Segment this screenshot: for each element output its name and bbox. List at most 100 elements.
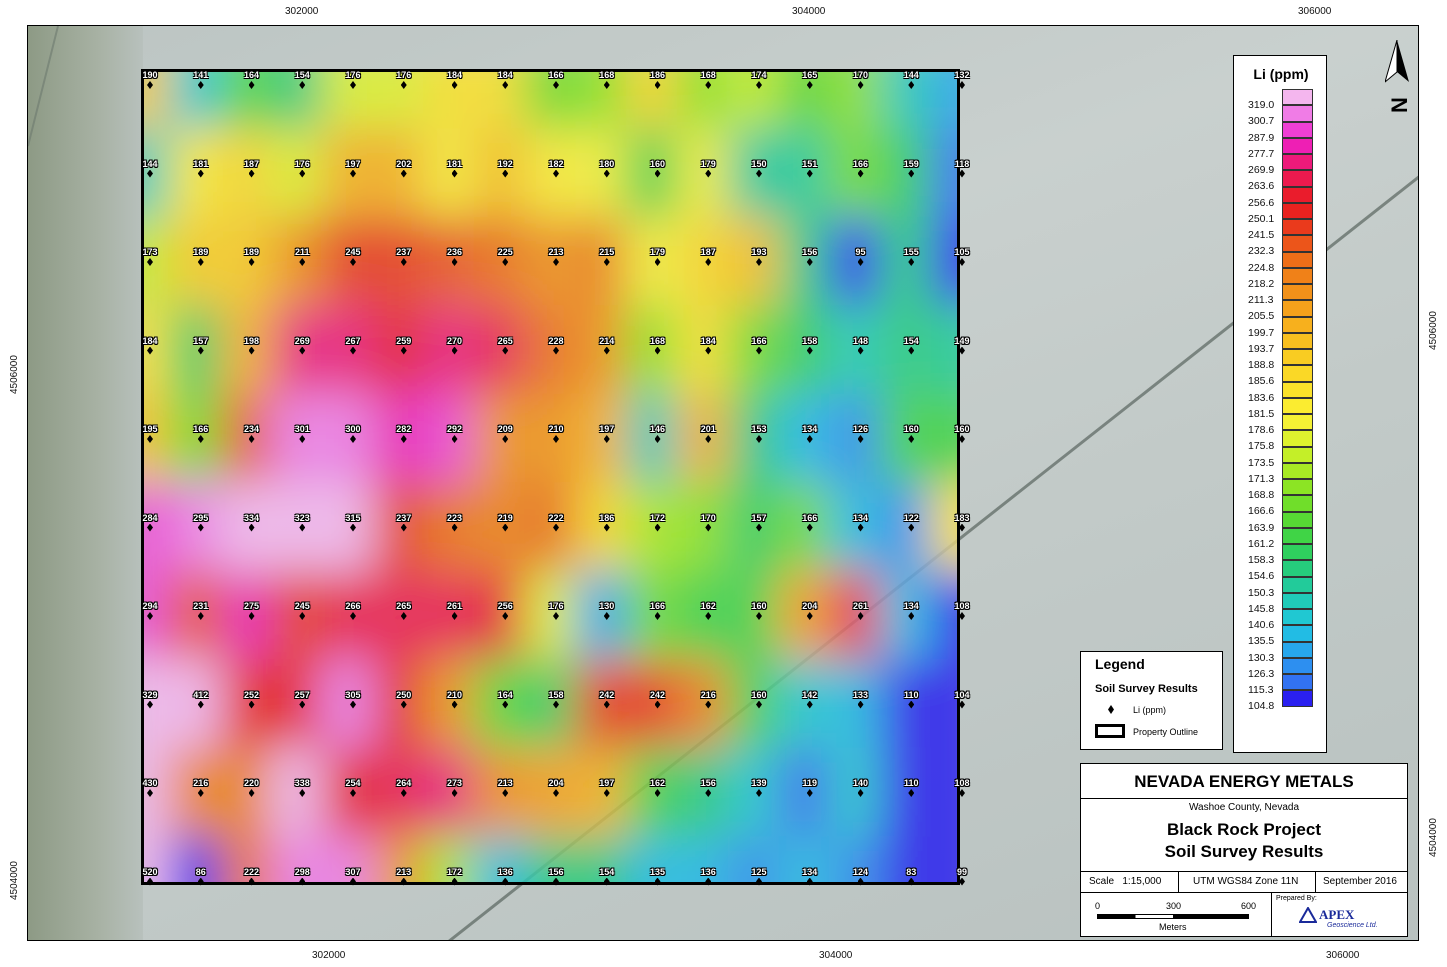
sample-value: 159 [903, 158, 919, 169]
colorbar-label: 269.9 [1248, 164, 1275, 176]
sample-marker-icon [553, 523, 559, 532]
sample-value: 183 [954, 512, 970, 523]
sample-value: 156 [802, 247, 818, 257]
sample-value: 237 [396, 512, 412, 523]
sample-value: 158 [548, 689, 564, 700]
sample-marker-icon [756, 346, 762, 355]
sample-value: 166 [649, 601, 666, 611]
county-label: Washoe County, Nevada [1188, 802, 1300, 813]
colorbar-swatch [1282, 267, 1313, 284]
outline-swatch-icon [1095, 724, 1125, 738]
sample-value: 166 [193, 424, 209, 434]
colorbar-label: 168.8 [1248, 489, 1275, 501]
sample-value: 213 [396, 866, 412, 877]
sample-marker-icon [553, 258, 559, 266]
sample-value: 168 [599, 70, 615, 80]
sample-marker-icon [197, 258, 204, 266]
colorbar-label: 150.3 [1248, 586, 1275, 599]
sample-marker-icon [451, 700, 458, 709]
sample-marker-icon [553, 789, 559, 797]
sample-marker-icon [197, 789, 204, 797]
sample-value: 172 [649, 512, 666, 523]
sample-marker-icon [451, 877, 458, 886]
sample-marker-icon [959, 169, 965, 178]
sample-marker-icon [654, 258, 661, 266]
sample-value: 213 [548, 247, 564, 257]
colorbar-swatch [1282, 625, 1313, 642]
sample-marker-icon [959, 346, 965, 355]
colorbar-swatch [1282, 544, 1313, 561]
sample-value: 134 [852, 512, 869, 523]
sample-value: 99 [956, 866, 968, 877]
sample-marker-icon [603, 877, 610, 886]
y-tick-right: 4506000 [1428, 311, 1439, 350]
sample-value: 166 [548, 70, 564, 80]
sample-marker-icon [299, 789, 306, 797]
sample-marker-icon [502, 523, 509, 532]
sample-marker-icon [248, 612, 255, 620]
sample-marker-icon [502, 612, 509, 620]
colorbar-label: 161.2 [1248, 537, 1275, 550]
sample-value: 210 [548, 424, 564, 434]
y-tick-right: 4504000 [1428, 818, 1439, 857]
sample-marker-icon [603, 789, 610, 797]
sample-value: 176 [548, 601, 564, 611]
colorbar-swatch [1282, 527, 1313, 544]
colorbar-label: 173.5 [1248, 456, 1275, 469]
sample-marker-icon [908, 81, 915, 89]
sample-value: 301 [294, 424, 310, 434]
sample-marker-icon [147, 435, 153, 443]
sample-value: 184 [497, 70, 513, 80]
sample-value: 204 [548, 778, 564, 788]
sample-value: 222 [548, 512, 564, 523]
sample-marker-icon [502, 435, 509, 443]
sample-marker-icon [350, 435, 356, 443]
sample-marker-icon [705, 877, 712, 886]
sample-value: 148 [852, 335, 869, 346]
sample-marker-icon [299, 169, 306, 178]
colorbar-label: 263.6 [1248, 180, 1275, 193]
y-tick-left: 4506000 [9, 355, 20, 394]
sample-value: 162 [700, 601, 716, 611]
colorbar-label: 185.6 [1248, 375, 1275, 388]
sample-marker-icon [197, 435, 204, 443]
north-arrow-icon: N [1385, 40, 1412, 113]
sample-marker-icon [756, 435, 762, 443]
x-tick-bottom: 306000 [1326, 950, 1360, 961]
sample-value: 269 [294, 335, 310, 346]
colorbar-label: 287.9 [1248, 131, 1275, 144]
sample-marker-icon [756, 523, 762, 532]
sample-value: 197 [345, 158, 361, 169]
colorbar-swatch [1282, 609, 1313, 626]
sample-value: 222 [243, 866, 260, 877]
sample-marker-icon [400, 612, 407, 620]
legend-outline-label: Property Outline [1133, 727, 1199, 737]
scale-label: Scale 1:15,000 [1089, 876, 1162, 887]
sample-value: 166 [802, 512, 818, 523]
colorbar-swatch [1282, 674, 1313, 691]
sample-value: 146 [649, 424, 666, 434]
sample-marker-icon [756, 789, 762, 797]
sample-marker-icon [299, 81, 306, 89]
colorbar-label: 319.0 [1248, 99, 1275, 111]
sample-value: 216 [193, 778, 209, 788]
sample-value: 225 [497, 247, 513, 257]
sample-value: 295 [193, 512, 209, 523]
sample-marker-icon [603, 523, 610, 532]
colorbar-swatch [1282, 690, 1313, 707]
colorbar-label: 171.3 [1248, 472, 1275, 485]
sample-marker-icon [248, 258, 255, 266]
sample-value: 150 [751, 158, 767, 169]
sample-value: 307 [345, 866, 361, 877]
sample-marker-icon [756, 169, 762, 178]
sample-value: 170 [852, 70, 869, 80]
x-tick-top: 304000 [792, 6, 826, 17]
colorbar-swatch [1282, 284, 1313, 301]
legend-title: Legend [1095, 656, 1145, 672]
sample-value: 305 [345, 689, 361, 700]
sample-marker-icon [857, 789, 864, 797]
colorbar-label: 300.7 [1248, 115, 1275, 128]
colorbar-label: 241.5 [1248, 229, 1275, 241]
colorbar-swatch [1282, 495, 1313, 512]
sample-marker-icon [857, 169, 864, 178]
